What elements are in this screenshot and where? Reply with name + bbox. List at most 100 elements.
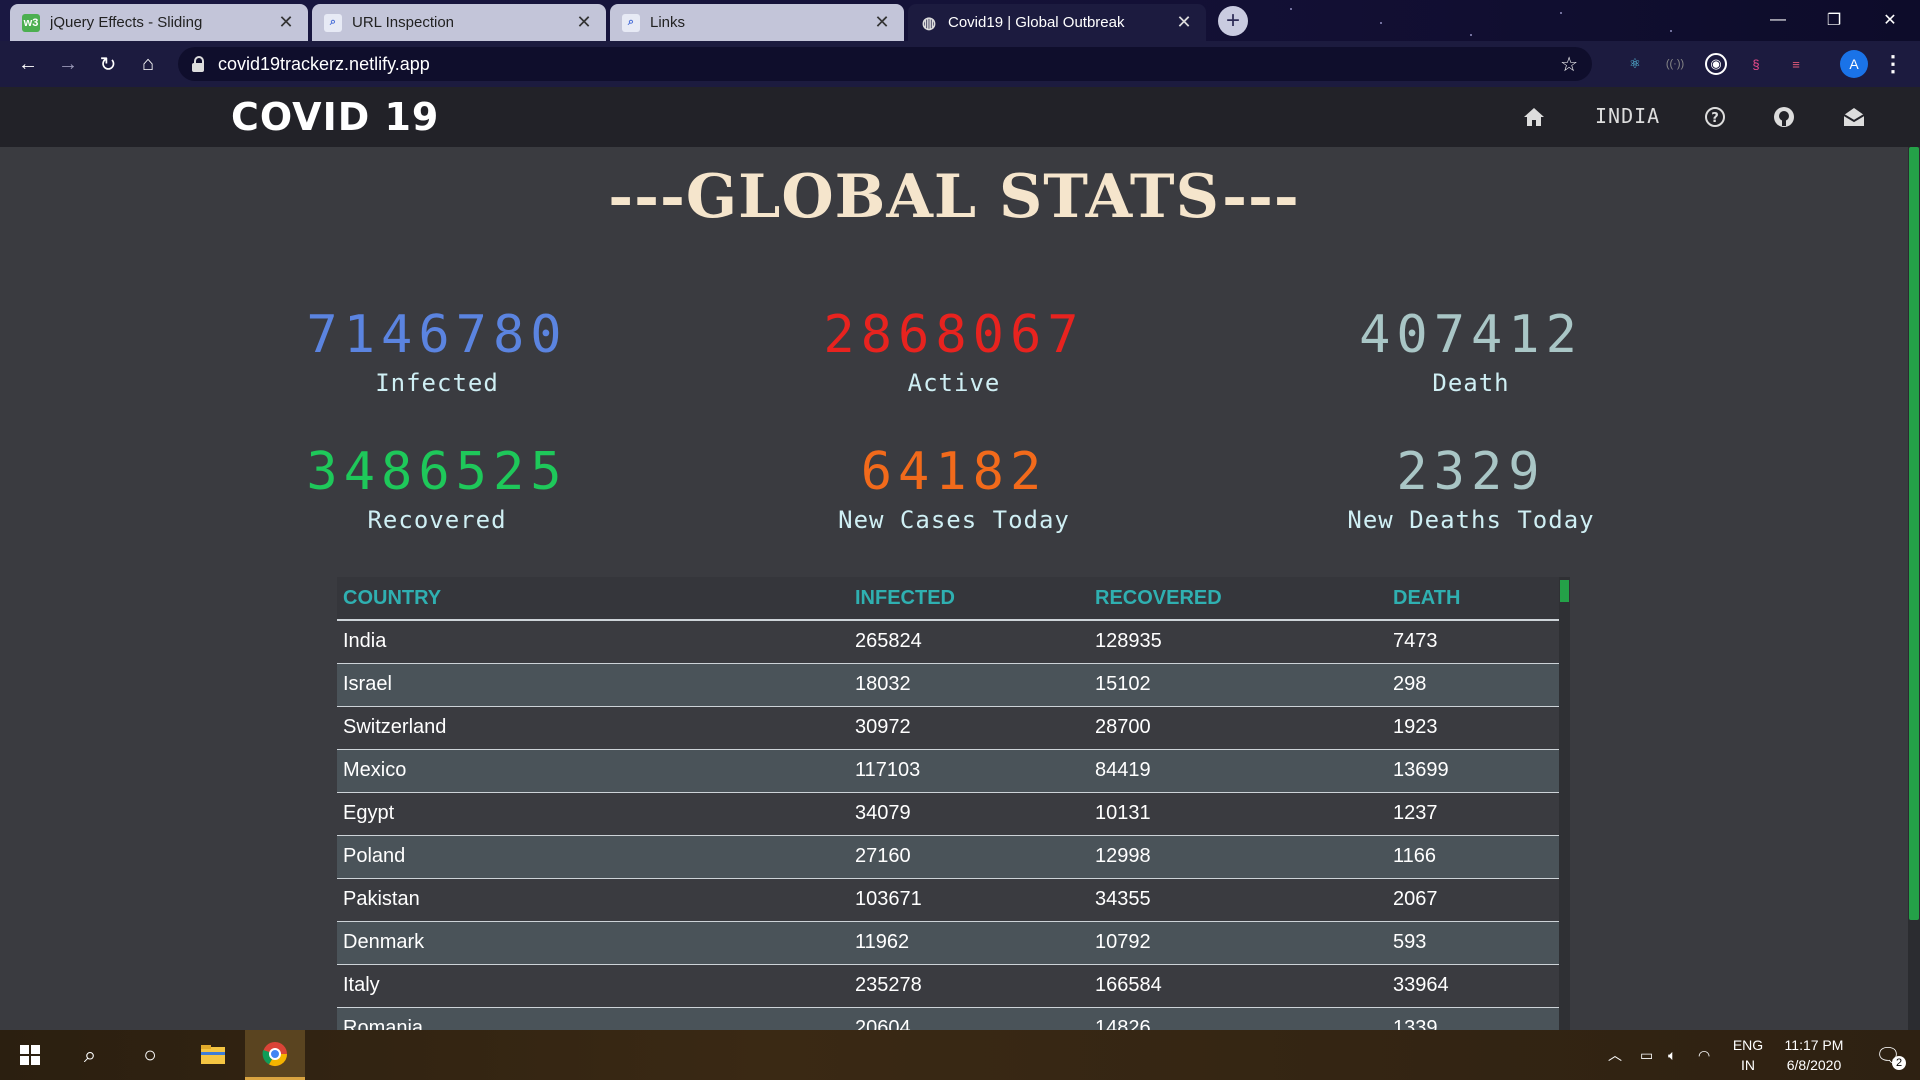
cortana-icon[interactable]: ○ [120,1030,180,1080]
url-text[interactable]: covid19trackerz.netlify.app [218,54,1560,75]
home-icon[interactable]: ⌂ [132,49,164,79]
profile-avatar[interactable]: A [1840,50,1868,78]
language-indicator[interactable]: ENG IN [1728,1035,1768,1075]
cell-infected: 235278 [849,964,1089,1008]
table-row: Poland 27160 12998 1166 [337,835,1559,879]
column-header-infected[interactable]: INFECTED [849,577,1089,621]
cell-death: 1166 [1387,835,1559,879]
cell-country: Denmark [337,921,849,965]
stat-value: 7146780 [306,305,568,365]
target-extension-icon[interactable]: ◉ [1705,53,1727,75]
extension-icon[interactable]: ((·)) [1664,53,1686,75]
tab-jquery-effects[interactable]: w3 jQuery Effects - Sliding ✕ [10,4,308,41]
close-window-button[interactable]: ✕ [1862,0,1918,40]
file-explorer-icon[interactable] [183,1030,243,1080]
wifi-icon[interactable]: ◠ [1698,1030,1710,1080]
cell-infected: 34079 [849,792,1089,836]
restore-button[interactable]: ❐ [1806,0,1862,40]
column-header-country[interactable]: COUNTRY [337,577,849,621]
country-table-container[interactable]: COUNTRY INFECTED RECOVERED DEATH India 26… [337,577,1570,1030]
cell-death: 2067 [1387,878,1559,922]
volume-icon[interactable]: 🔈︎ [1668,1030,1676,1080]
cell-infected: 103671 [849,878,1089,922]
help-icon[interactable]: ? [1701,103,1729,131]
windows-taskbar: ⌕ ○ ︿ ▭ 🔈︎ ◠ ENG IN 11:17 PM 6/8/2020 🗨︎… [0,1030,1920,1080]
background-star [1470,34,1472,36]
cell-country: Switzerland [337,706,849,750]
close-tab-icon[interactable]: ✕ [872,12,892,33]
site-navbar: COVID 19 INDIA ? [0,87,1920,147]
notification-badge: 2 [1892,1056,1906,1070]
stat-value: 2868067 [823,305,1085,365]
close-tab-icon[interactable]: ✕ [1174,12,1194,33]
table-row: Israel 18032 15102 298 [337,663,1559,707]
stat-infected: 7146780 Infected [247,305,627,397]
browser-menu-icon[interactable]: ⋮ [1882,51,1904,77]
search-icon[interactable]: ⌕ [60,1030,120,1080]
reload-icon[interactable]: ↻ [92,49,124,79]
show-hidden-icons-icon[interactable]: ︿ [1608,1030,1622,1080]
background-star [1380,22,1382,24]
minimize-button[interactable]: — [1750,0,1806,40]
stat-label: Active [907,369,1001,397]
table-row: Switzerland 30972 28700 1923 [337,706,1559,750]
mail-icon[interactable] [1840,103,1868,131]
close-tab-icon[interactable]: ✕ [574,12,594,33]
stat-label: Recovered [367,506,507,534]
cell-country: Mexico [337,749,849,793]
cell-country: Egypt [337,792,849,836]
table-row: Italy 235278 166584 33964 [337,964,1559,1008]
scrollbar-thumb[interactable] [1909,147,1919,920]
table-scrollbar[interactable] [1559,577,1570,1030]
column-header-death[interactable]: DEATH [1387,577,1559,621]
address-bar[interactable]: covid19trackerz.netlify.app ☆ [178,47,1592,81]
cell-death: 1923 [1387,706,1559,750]
battery-icon[interactable]: ▭ [1640,1030,1653,1080]
tab-url-inspection[interactable]: ⌕ URL Inspection ✕ [312,4,606,41]
back-arrow-icon[interactable]: ← [12,49,44,79]
background-star [1560,12,1562,14]
bookmark-star-icon[interactable]: ☆ [1560,52,1578,77]
background-star [1670,30,1672,32]
language-code: ENG [1732,1037,1764,1053]
github-icon[interactable] [1770,103,1798,131]
stat-new-cases-today: 64182 New Cases Today [764,442,1144,534]
menu-extension-icon[interactable]: ≡ [1785,53,1807,75]
table-row: Mexico 117103 84419 13699 [337,749,1559,793]
tab-covid19-global-outbreak[interactable]: ◍ Covid19 | Global Outbreak ✕ [908,4,1206,41]
new-tab-button[interactable]: + [1218,6,1248,36]
close-tab-icon[interactable]: ✕ [276,12,296,33]
nav-link-india[interactable]: INDIA [1595,104,1660,128]
cell-infected: 18032 [849,663,1089,707]
search-console-icon: ⌕ [324,13,342,32]
cell-country: Poland [337,835,849,879]
page-scrollbar[interactable] [1908,147,1920,1030]
table-scrollbar-thumb[interactable] [1560,580,1569,602]
column-header-recovered[interactable]: RECOVERED [1089,577,1387,621]
cell-death: 593 [1387,921,1559,965]
react-devtools-icon[interactable]: ⚛ [1624,53,1646,75]
extension-s-icon[interactable]: § [1745,53,1767,75]
notification-center-icon[interactable]: 🗨︎ 2 [1868,1030,1908,1080]
cell-recovered: 10131 [1089,792,1387,836]
lock-icon [192,56,206,72]
tab-title: URL Inspection [352,14,454,31]
stat-new-deaths-today: 2329 New Deaths Today [1281,442,1661,534]
table-body: India 265824 128935 7473 Israel 18032 15102 298… [337,620,1559,1030]
stat-value: 64182 [860,442,1048,502]
table-row: Romania 20604 14826 1339 [337,1007,1559,1030]
stat-label: Infected [375,369,499,397]
cell-recovered: 28700 [1089,706,1387,750]
stat-value: 3486525 [306,442,568,502]
cell-infected: 30972 [849,706,1089,750]
home-icon[interactable] [1520,103,1548,131]
brand-logo[interactable]: COVID 19 [231,95,439,139]
stat-value: 2329 [1396,442,1546,502]
windows-start-icon[interactable] [0,1030,60,1080]
forward-arrow-icon[interactable]: → [52,49,84,79]
table-header-row: COUNTRY INFECTED RECOVERED DEATH [337,577,1559,621]
tab-links[interactable]: ⌕ Links ✕ [610,4,904,41]
clock[interactable]: 11:17 PM 6/8/2020 [1776,1035,1852,1075]
chrome-taskbar-icon[interactable] [245,1030,305,1080]
cell-country: Pakistan [337,878,849,922]
